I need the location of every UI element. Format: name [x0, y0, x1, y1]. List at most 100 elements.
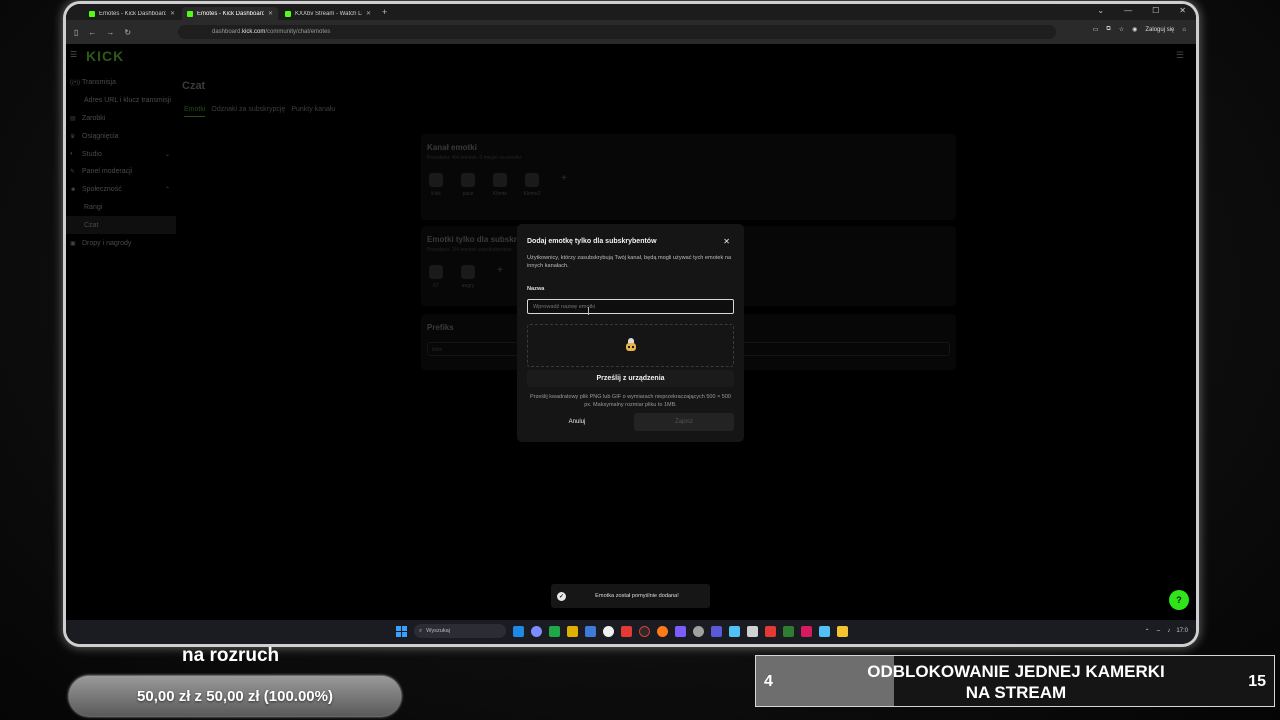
gift-icon: ▣ [70, 240, 76, 247]
start-icon[interactable] [396, 625, 407, 637]
taskbar-app-icon[interactable] [549, 625, 560, 637]
sidebar-item-spolecznosc[interactable]: ☻ Społeczność ⌃ [66, 181, 176, 199]
sub-goal-bar: 4 ODBLOKOWANIE JEDNEJ KAMERKI NA STREAM … [755, 655, 1275, 707]
file-explorer-icon[interactable] [837, 625, 848, 637]
taskbar-app-icon[interactable] [639, 625, 650, 637]
emote-dropzone[interactable] [527, 324, 734, 367]
emote-item[interactable]: angry [459, 265, 477, 289]
taskbar-app-icon[interactable] [729, 625, 740, 637]
browser-toolbar: ▯ ← → ↻ dashboard. kick.com/community/cha… [66, 20, 1196, 44]
emote-item[interactable]: 67 [427, 265, 445, 289]
clock[interactable]: 17:0 [1176, 628, 1188, 636]
close-tab-icon[interactable]: ✕ [268, 10, 273, 17]
new-tab-icon[interactable]: + [382, 7, 387, 17]
screenshot-icon[interactable]: ⧉ [1106, 26, 1110, 33]
taskbar-app-icon[interactable] [693, 625, 704, 637]
browser-tab-1[interactable]: Emotes - Kick Dashboard ✕ [84, 7, 180, 20]
page-title: Czat [182, 80, 206, 92]
sidebar-item-rangi[interactable]: Rangi [66, 199, 176, 217]
user-menu-icon[interactable]: ☰ [1176, 50, 1184, 61]
address-bar[interactable]: dashboard. kick.com/community/chat/emotes [178, 25, 1056, 39]
close-tab-icon[interactable]: ✕ [366, 10, 371, 17]
profile-icon[interactable]: ◉ [1132, 26, 1137, 33]
taskbar-app-icon[interactable] [783, 625, 794, 637]
stream-background: Emotes - Kick Dashboard ✕ Emotes - Kick D… [0, 0, 1280, 720]
taskbar-app-icon[interactable] [801, 625, 812, 637]
taskbar-app-icon[interactable] [711, 625, 722, 637]
taskbar-app-icon[interactable] [513, 625, 524, 637]
browser-tab-2[interactable]: Emotes - Kick Dashboard ✕ [182, 7, 278, 20]
bookmark-star-icon[interactable]: ☆ [1119, 26, 1124, 33]
install-app-icon[interactable]: ▭ [1093, 26, 1099, 33]
close-window-icon[interactable]: ✕ [1179, 6, 1186, 15]
chevron-up-icon: ⌃ [164, 187, 170, 194]
emote-image [493, 173, 507, 187]
taskbar-app-icon[interactable] [747, 625, 758, 637]
forward-icon[interactable]: → [106, 28, 114, 37]
tab-odznaki[interactable]: Odznaki za subskrypcję [211, 106, 285, 117]
sidebar-item-czat[interactable]: Czat [66, 216, 176, 235]
volume-icon[interactable]: ♪ [1167, 628, 1170, 636]
login-button[interactable]: Zaloguj się [1145, 27, 1174, 33]
taskbar-app-icon[interactable] [585, 625, 596, 637]
broadcast-icon: ((•)) [70, 79, 81, 86]
sidebar-item-stream-key[interactable]: Adres URL i klucz transmisji [66, 92, 176, 110]
taskbar-app-icon[interactable] [765, 625, 776, 637]
emote-image [429, 265, 443, 279]
minimize-icon[interactable]: — [1124, 6, 1132, 15]
close-tab-icon[interactable]: ✕ [170, 10, 175, 17]
taskbar-app-icon[interactable] [675, 625, 686, 637]
back-icon[interactable]: ← [88, 28, 96, 37]
tab-punkty[interactable]: Punkty kanału [291, 106, 335, 117]
upload-from-device-button[interactable]: Prześlij z urządzenia [527, 370, 734, 387]
name-label: Nazwa [527, 286, 545, 292]
modal-description: Użytkownicy, którzy zasubskrybują Twój k… [527, 255, 732, 269]
add-sub-emote-button[interactable]: + [491, 265, 509, 289]
channel-emotes-title: Kanał emotki [427, 143, 477, 152]
sidebar-item-studio[interactable]: ◐ Studio ⌄ [66, 145, 176, 163]
tray-chevron-icon[interactable]: ⌃ [1145, 628, 1150, 636]
taskbar-app-icon[interactable] [531, 625, 542, 637]
sidebar-item-transmisja[interactable]: ((•)) Transmisja [66, 74, 176, 92]
taskbar-search[interactable]: ⌕ Wyszukaj [414, 624, 506, 638]
support-chat-icon[interactable]: ? [1169, 590, 1189, 610]
sidebar-toggle-icon[interactable]: ▯ [74, 28, 78, 37]
modal-title: Dodaj emotkę tylko dla subskrybentów [527, 238, 657, 245]
sub-goal-current: 4 [764, 673, 773, 690]
emote-item[interactable]: pace [459, 173, 477, 197]
taskbar-app-icon[interactable] [621, 625, 632, 637]
add-emote-button[interactable]: + [555, 173, 573, 197]
wallet-icon: ▤ [70, 115, 76, 122]
extensions-icon[interactable]: ⌂ [1182, 27, 1186, 33]
menu-icon[interactable]: ☰ [70, 50, 77, 59]
firefox-icon[interactable] [657, 625, 668, 637]
emote-item[interactable]: Kick [427, 173, 445, 197]
taskbar-app-icon[interactable] [567, 625, 578, 637]
channel-emotes-card: Kanał emotki Przesłano: 4/4 emotek, 0 mi… [421, 134, 956, 220]
sidebar-item-panel-moderacji[interactable]: ✎ Panel moderacji [66, 163, 176, 181]
sidebar-item-dropy[interactable]: ▣ Dropy i nagrody [66, 234, 176, 252]
sidebar-item-zarobki[interactable]: ▤ Zarobki [66, 110, 176, 128]
close-icon[interactable]: ✕ [723, 237, 730, 246]
tab-search-icon[interactable]: ⌄ [1097, 6, 1104, 15]
sub-goal-label: ODBLOKOWANIE JEDNEJ KAMERKI NA STREAM [867, 662, 1165, 702]
reload-icon[interactable]: ↻ [124, 28, 131, 37]
plus-icon: + [561, 173, 567, 184]
taskbar-app-icon[interactable] [819, 625, 830, 637]
maximize-icon[interactable]: ☐ [1152, 6, 1159, 15]
check-icon: ✓ [557, 591, 566, 601]
emote-name-input[interactable] [527, 299, 734, 314]
sidebar-item-osiagniecia[interactable]: ♛ Osiągnięcia [66, 127, 176, 145]
tab-emotki[interactable]: Emotki [184, 106, 206, 117]
window-controls: ⌄ — ☐ ✕ [1097, 6, 1186, 15]
cancel-button[interactable]: Anuluj [527, 413, 627, 431]
network-icon[interactable]: ⌔ [1156, 628, 1162, 636]
channel-emotes-subtitle: Przesłano: 4/4 emotek, 0 miejsc na emotk… [427, 155, 521, 161]
taskbar-app-icon[interactable] [603, 625, 614, 637]
save-button[interactable]: Zapisz [634, 413, 734, 431]
emote-item[interactable]: Kleme [491, 173, 509, 197]
emote-item[interactable]: Kleme2 [523, 173, 541, 197]
kick-logo[interactable]: KICK [86, 48, 124, 64]
browser-tab-3[interactable]: KXXbv Stream - Watch Live on Kick✕ [280, 7, 376, 20]
emote-image [429, 173, 443, 187]
